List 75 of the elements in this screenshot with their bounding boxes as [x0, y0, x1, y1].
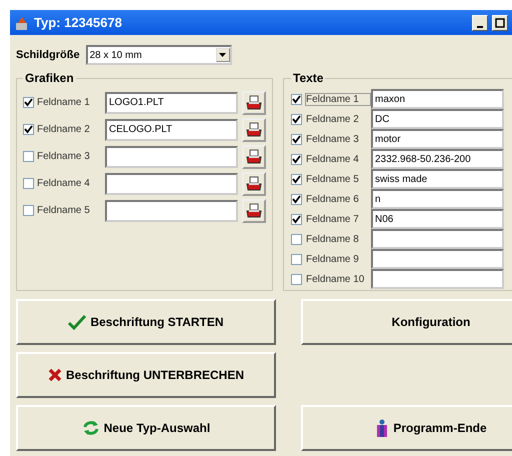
print-button[interactable]	[242, 118, 266, 142]
text-field[interactable]: DC	[371, 109, 504, 129]
field-label: Feldname 4	[305, 152, 360, 166]
action-button[interactable]: Beschriftung STARTEN	[16, 299, 276, 345]
field-label: Feldname 2	[37, 124, 91, 135]
file-field[interactable]	[105, 172, 238, 194]
checkbox[interactable]	[291, 134, 302, 144]
text-field[interactable]: n	[371, 189, 504, 209]
window-title: Typ: 12345678	[34, 15, 123, 30]
field-label: Feldname 1	[305, 92, 371, 106]
checkbox[interactable]	[291, 274, 302, 284]
print-button[interactable]	[242, 172, 266, 196]
size-dropdown[interactable]: 28 x 10 mm	[86, 45, 232, 65]
field-label: Feldname 5	[305, 172, 360, 186]
maximize-button[interactable]	[492, 14, 508, 30]
field-label: Feldname 10	[305, 272, 366, 286]
action-button[interactable]: Konfiguration	[301, 299, 512, 345]
checkbox[interactable]	[291, 214, 302, 224]
checkbox[interactable]	[23, 178, 34, 189]
checkbox[interactable]	[291, 174, 302, 184]
dropdown-arrow-icon	[219, 53, 226, 57]
text-field[interactable]: motor	[371, 129, 504, 149]
checkmark-icon	[68, 314, 86, 330]
field-label: Feldname 2	[305, 112, 360, 126]
checkbox[interactable]	[23, 205, 34, 216]
printer-icon	[246, 148, 262, 164]
file-field[interactable]: LOGO1.PLT	[105, 92, 238, 114]
field-label: Feldname 9	[305, 252, 360, 266]
group-title: Texte	[292, 71, 324, 85]
group-title: Grafiken	[24, 71, 75, 85]
text-field[interactable]	[371, 229, 504, 249]
text-field[interactable]: maxon	[371, 89, 504, 109]
checkbox[interactable]	[291, 194, 302, 204]
checkbox[interactable]	[291, 234, 302, 244]
printer-icon	[246, 202, 262, 218]
text-field[interactable]	[371, 249, 504, 269]
checkbox[interactable]	[23, 151, 34, 162]
text-field[interactable]	[371, 269, 504, 289]
checkbox[interactable]	[291, 254, 302, 264]
checkbox[interactable]	[291, 114, 302, 124]
action-button[interactable]: Beschriftung UNTERBRECHEN	[16, 352, 276, 398]
field-label: Feldname 4	[37, 178, 91, 189]
field-label: Feldname 3	[305, 132, 360, 146]
file-field[interactable]	[105, 200, 238, 222]
field-label: Feldname 1	[37, 97, 91, 108]
print-button[interactable]	[242, 198, 266, 222]
file-field[interactable]	[105, 146, 238, 168]
checkbox[interactable]	[23, 97, 34, 108]
person-door-icon	[375, 419, 390, 437]
cross-icon	[48, 368, 62, 382]
checkbox[interactable]	[291, 94, 302, 104]
checkbox[interactable]	[23, 124, 34, 135]
field-label: Feldname 3	[37, 151, 91, 162]
printer-icon	[246, 122, 262, 138]
maximize-icon	[495, 18, 505, 28]
field-label: Feldname 6	[305, 192, 360, 206]
field-label: Feldname 8	[305, 232, 360, 246]
print-button[interactable]	[242, 90, 266, 114]
field-label: Feldname 5	[37, 205, 91, 216]
checkbox[interactable]	[291, 154, 302, 164]
printer-icon	[246, 176, 262, 192]
printer-icon	[246, 94, 262, 110]
field-label: Feldname 7	[305, 212, 360, 226]
sign-size-label: Schildgröße	[16, 49, 80, 61]
refresh-icon	[82, 420, 100, 436]
file-field[interactable]: CELOGO.PLT	[105, 118, 238, 140]
text-field[interactable]: N06	[371, 209, 504, 229]
minimize-button[interactable]	[472, 14, 488, 30]
text-field[interactable]: 2332.968-50.236-200	[371, 149, 504, 169]
minimize-icon	[477, 26, 483, 28]
action-button[interactable]: Programm-Ende	[301, 405, 512, 451]
print-button[interactable]	[242, 144, 266, 168]
action-button[interactable]: Neue Typ-Auswahl	[16, 405, 276, 451]
app-icon	[14, 14, 30, 30]
text-field[interactable]: swiss made	[371, 169, 504, 189]
